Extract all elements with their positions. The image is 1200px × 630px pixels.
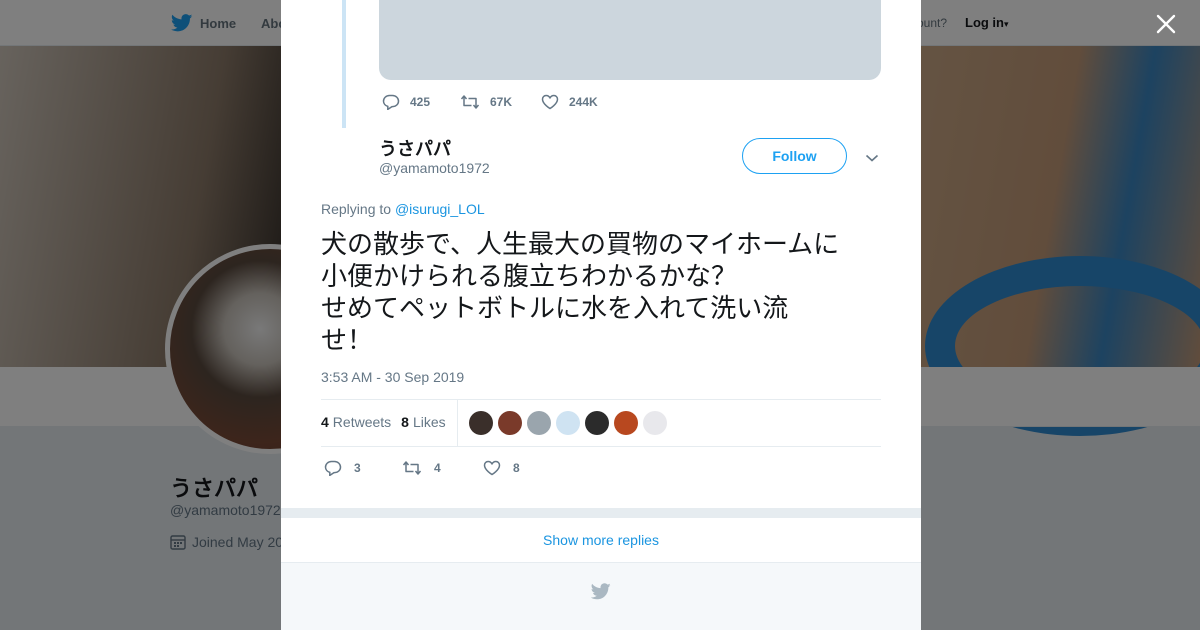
- liker-avatar[interactable]: [643, 411, 667, 435]
- reply-action[interactable]: 3: [324, 460, 361, 476]
- like-count: 8: [401, 414, 409, 430]
- chevron-down-icon: [865, 154, 879, 162]
- heart-icon: [541, 94, 559, 110]
- parent-like-count: 244K: [569, 95, 598, 109]
- replying-to-prefix: Replying to: [321, 201, 392, 217]
- like-action[interactable]: 8: [483, 460, 520, 476]
- liker-avatar[interactable]: [527, 411, 551, 435]
- liker-avatar[interactable]: [585, 411, 609, 435]
- likes-stat[interactable]: 8 Likes: [401, 414, 445, 430]
- retweet-icon: [402, 461, 422, 475]
- retweet-count: 4: [321, 414, 329, 430]
- close-icon: [1156, 14, 1176, 34]
- conversation-thread-line: [342, 0, 346, 128]
- liker-avatar[interactable]: [469, 411, 493, 435]
- liker-avatar[interactable]: [498, 411, 522, 435]
- parent-reply-action[interactable]: 425: [382, 94, 430, 110]
- divider: [321, 399, 881, 400]
- like-action-count: 8: [513, 461, 520, 475]
- replying-to-link[interactable]: @isurugi_LOL: [395, 201, 485, 217]
- section-separator: [281, 508, 921, 518]
- replying-to: Replying to @isurugi_LOL: [321, 201, 485, 217]
- parent-like-action[interactable]: 244K: [541, 94, 598, 110]
- retweets-stat[interactable]: 4 Retweets: [321, 414, 391, 430]
- close-modal-button[interactable]: [1154, 12, 1178, 36]
- parent-retweet-action[interactable]: 67K: [460, 94, 512, 110]
- parent-reply-count: 425: [410, 95, 431, 109]
- stats-separator: [457, 400, 458, 446]
- retweets-label: Retweets: [332, 414, 392, 430]
- tweet-text: 犬の散歩で、人生最大の買物のマイホームに 小便かけられる腹立ちわかるかな？ せめ…: [321, 229, 840, 355]
- retweet-action-count: 4: [434, 461, 441, 475]
- parent-tweet-media[interactable]: [379, 0, 881, 80]
- retweet-icon: [460, 95, 480, 109]
- tweet-author-name[interactable]: うさパパ: [379, 135, 451, 161]
- modal-footer: [281, 563, 921, 630]
- reply-count: 3: [354, 461, 361, 475]
- liker-avatar[interactable]: [614, 411, 638, 435]
- twitter-bird-icon: [591, 583, 611, 600]
- reply-icon: [382, 94, 400, 110]
- tweet-menu-button[interactable]: [865, 150, 879, 168]
- follow-button[interactable]: Follow: [742, 138, 847, 174]
- parent-retweet-count: 67K: [490, 95, 513, 109]
- retweet-action[interactable]: 4: [402, 460, 441, 476]
- tweet-modal: 425 67K 244K うさパパ @yamamoto1972 Follow R…: [281, 0, 921, 630]
- show-more-replies-button[interactable]: Show more replies: [281, 518, 921, 563]
- reply-icon: [324, 460, 342, 476]
- heart-icon: [483, 460, 501, 476]
- likes-label: Likes: [412, 414, 446, 430]
- divider: [321, 446, 881, 447]
- likers-avatars: [469, 411, 672, 435]
- tweet-author-handle[interactable]: @yamamoto1972: [379, 160, 490, 176]
- liker-avatar[interactable]: [556, 411, 580, 435]
- tweet-timestamp[interactable]: 3:53 AM - 30 Sep 2019: [321, 369, 464, 385]
- tweet-stats: 4 Retweets 8 Likes: [321, 414, 456, 430]
